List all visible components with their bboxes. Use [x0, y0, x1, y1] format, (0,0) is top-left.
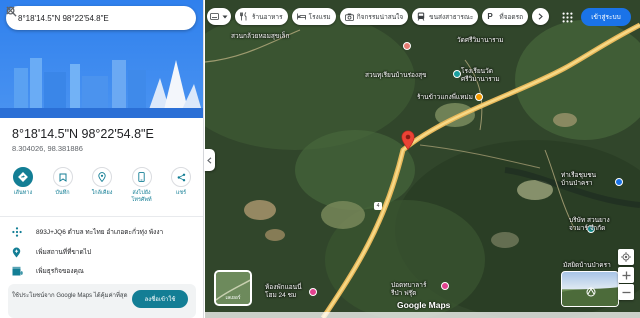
- chip-restaurants-label: ร้านอาหาร: [252, 13, 283, 21]
- poi-shop-icon[interactable]: [403, 42, 411, 50]
- nearby-label: ใกล้เคียง: [91, 190, 113, 196]
- chip-parking[interactable]: P ที่จอดรถ: [482, 8, 529, 25]
- add-business-row[interactable]: เพิ่มธุรกิจของคุณ: [12, 265, 84, 277]
- hotel-icon: [296, 12, 307, 22]
- location-pin-icon[interactable]: [401, 130, 415, 150]
- map-label[interactable]: ท่าเรือชุมชน บ้านป่าครา: [561, 172, 596, 187]
- add-business-icon: [12, 265, 26, 277]
- place-coordinates: 8.304026, 98.381886: [12, 144, 83, 153]
- share-label: แชร์: [175, 190, 187, 196]
- transit-icon: [417, 12, 427, 22]
- add-business-text: เพิ่มธุรกิจของคุณ: [36, 268, 84, 275]
- map-label[interactable]: สวนกล้วยหอมสุขเล็ก: [231, 33, 289, 41]
- zoom-out-button[interactable]: [618, 284, 634, 300]
- keyboard-icon: [210, 13, 219, 20]
- chip-things-to-do[interactable]: กิจกรรมน่าสนใจ: [339, 8, 409, 25]
- bookmark-icon: [52, 167, 73, 187]
- map-label[interactable]: บริษัท สวนยาง จามาร์ จำกัด: [569, 217, 610, 232]
- directions-icon: [13, 167, 33, 187]
- share-button[interactable]: แชร์: [166, 167, 196, 203]
- map-label[interactable]: ร้านข้าวแกงพี่แหม่ม: [417, 94, 473, 102]
- map-label[interactable]: โรงเรียนวัด ศรีวิมานาราม: [461, 68, 500, 83]
- layers-label: เลเยอร์: [225, 295, 241, 301]
- divider: [0, 216, 203, 217]
- banner-sign-in-button[interactable]: ลงชื่อเข้าใช้: [132, 290, 188, 308]
- chips-scroll-right-button[interactable]: [532, 8, 550, 25]
- collapse-panel-button[interactable]: [204, 149, 215, 171]
- poi-hotel-icon[interactable]: [309, 288, 317, 296]
- hero-illustration: 8°18'14.5"N 98°22'54.8"E: [0, 0, 203, 118]
- map-label[interactable]: ปอตทบาลาร์ รีป่า ฟรุ๊ต: [391, 282, 426, 297]
- zoom-in-button[interactable]: [618, 267, 634, 283]
- close-icon[interactable]: [6, 6, 192, 29]
- place-title: 8°18'14.5"N 98°22'54.8"E: [12, 127, 154, 141]
- nearby-button[interactable]: ใกล้เคียง: [87, 167, 117, 203]
- banner-text: ใช้ประโยชน์จาก Google Maps ได้คุ้มค่าที่…: [12, 293, 128, 299]
- map-label[interactable]: วัดศรีวิมานาราม: [457, 37, 504, 45]
- sign-in-button[interactable]: เข้าสู่ระบบ: [581, 8, 631, 26]
- send-to-phone-label: ส่งไปยังโทรศัพท์: [131, 190, 152, 203]
- action-bar: เส้นทาง บันทึก ใกล้เคียง ส่งไปยังโทรศัพท…: [8, 167, 196, 203]
- street-view-preview: [562, 287, 618, 306]
- chevron-right-icon: [538, 13, 543, 20]
- chip-parking-label: ที่จอดรถ: [499, 13, 524, 21]
- chip-things-to-do-label: กิจกรรมน่าสนใจ: [356, 13, 404, 21]
- search-box[interactable]: 8°18'14.5"N 98°22'54.8"E: [6, 6, 196, 30]
- camera-icon: [344, 12, 355, 22]
- apps-grid-icon: [562, 12, 572, 22]
- add-location-icon: [12, 246, 26, 258]
- map-label[interactable]: สวนทุเรียนบ้านร่องสุข: [365, 72, 427, 80]
- my-location-button[interactable]: [618, 249, 634, 265]
- map-menu-button[interactable]: [207, 8, 231, 25]
- poi-shopping-icon[interactable]: [441, 282, 449, 290]
- search-input[interactable]: 8°18'14.5"N 98°22'54.8"E: [18, 14, 148, 23]
- nearby-icon: [92, 167, 112, 187]
- plus-code-text: 893J+JQ6 ตำบล ทะไทย อำเภอตะกั่วทุ่ง พังง…: [36, 229, 164, 236]
- share-icon: [171, 167, 191, 187]
- save-label: บันทึก: [55, 190, 70, 196]
- map-label[interactable]: มัสยิดบ้านป่าครา: [563, 262, 611, 270]
- save-button[interactable]: บันทึก: [48, 167, 78, 203]
- chip-hotels-label: โรงแรม: [308, 13, 331, 21]
- plus-code-row[interactable]: 893J+JQ6 ตำบล ทะไทย อำเภอตะกั่วทุ่ง พังง…: [12, 226, 163, 238]
- side-panel: 8°18'14.5"N 98°22'54.8"E 8°18'14.5"N 98°…: [0, 0, 204, 318]
- google-maps-logo: Google Maps: [397, 300, 451, 310]
- chip-transit[interactable]: ขนส่งสาธารณะ: [412, 8, 479, 25]
- poi-restaurant-icon[interactable]: [475, 93, 483, 101]
- directions-label: เส้นทาง: [13, 190, 33, 196]
- sign-in-banner: ใช้ประโยชน์จาก Google Maps ได้คุ้มค่าที่…: [8, 284, 196, 318]
- send-to-phone-button[interactable]: ส่งไปยังโทรศัพท์: [127, 167, 157, 203]
- street-view-thumbnail[interactable]: [561, 271, 619, 307]
- poi-pier-icon[interactable]: [615, 178, 623, 186]
- chip-transit-label: ขนส่งสาธารณะ: [429, 13, 474, 21]
- chip-restaurants[interactable]: ร้านอาหาร: [235, 8, 288, 25]
- poi-school-icon[interactable]: [453, 70, 461, 78]
- category-chips: ร้านอาหาร โรงแรม กิจกรรมน่าสนใจ ขนส่งสาธ…: [207, 8, 550, 25]
- add-place-row[interactable]: เพิ่มสถานที่ที่ขาดไป: [12, 246, 91, 258]
- directions-button[interactable]: เส้นทาง: [8, 167, 38, 203]
- chevron-left-icon: [207, 156, 212, 164]
- send-to-phone-icon: [131, 167, 152, 187]
- restaurant-icon: [240, 12, 250, 22]
- plus-code-icon: [12, 226, 26, 238]
- map-label[interactable]: ห้องพักแอนนี่ โฮม 24 ชม: [265, 284, 302, 299]
- plus-icon: [622, 271, 630, 279]
- my-location-icon: [621, 252, 631, 262]
- route-shield-icon: 4: [374, 202, 382, 210]
- chip-hotels[interactable]: โรงแรม: [291, 8, 336, 25]
- map-footer-bar: [205, 312, 640, 318]
- add-place-text: เพิ่มสถานที่ที่ขาดไป: [36, 249, 92, 256]
- parking-icon: P: [487, 12, 493, 21]
- caret-down-icon: [222, 15, 228, 18]
- layers-button[interactable]: เลเยอร์: [214, 270, 252, 306]
- minus-icon: [622, 291, 630, 293]
- map-canvas[interactable]: 4 สวนกล้วยหอมสุขเล็ก วัดศรีวิมานาราม โรง…: [205, 0, 640, 318]
- google-apps-button[interactable]: [558, 8, 576, 26]
- search-icon[interactable]: [6, 6, 170, 29]
